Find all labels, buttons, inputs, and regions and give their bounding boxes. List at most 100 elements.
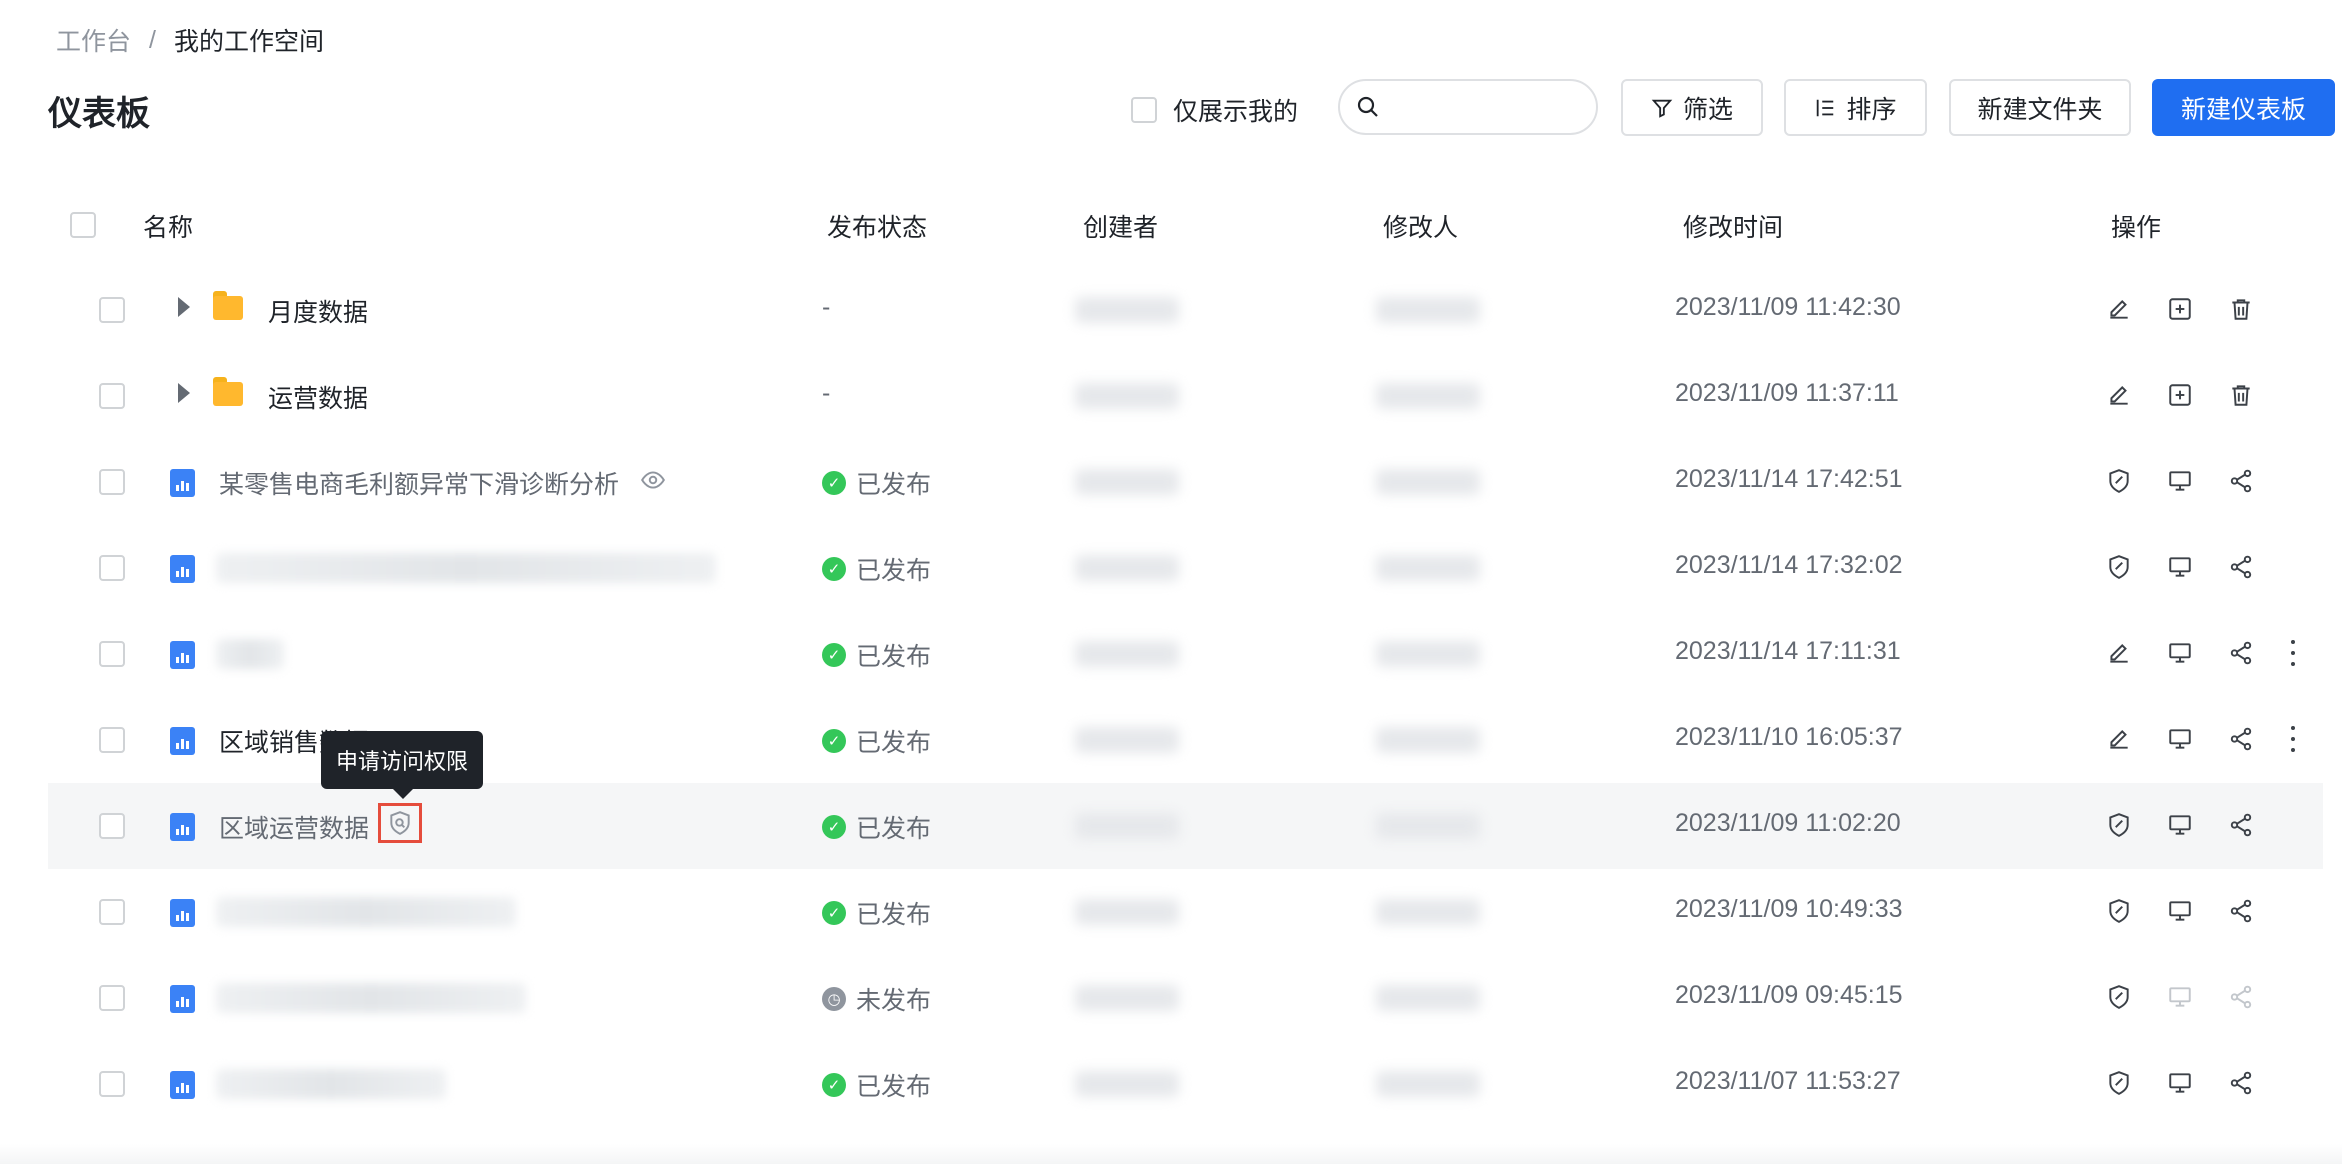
dashboard-icon bbox=[170, 985, 195, 1013]
row-actions bbox=[2106, 723, 2289, 755]
present-icon[interactable] bbox=[2167, 465, 2228, 497]
row-name[interactable]: 运营数据 bbox=[268, 379, 368, 415]
share-icon[interactable] bbox=[2228, 895, 2289, 927]
row-checkbox[interactable] bbox=[99, 469, 125, 495]
present-icon[interactable] bbox=[2167, 551, 2228, 583]
creator-redacted bbox=[1075, 727, 1179, 753]
row-checkbox[interactable] bbox=[99, 641, 125, 667]
row-name-redacted[interactable] bbox=[216, 1069, 446, 1099]
breadcrumb-root[interactable]: 工作台 bbox=[56, 22, 131, 58]
modifier-redacted bbox=[1376, 985, 1480, 1011]
header-modifier[interactable]: 修改人 bbox=[1383, 208, 1458, 244]
edit-icon[interactable] bbox=[2106, 379, 2167, 411]
row-checkbox[interactable] bbox=[99, 383, 125, 409]
edit-icon[interactable] bbox=[2106, 293, 2167, 325]
present-icon[interactable] bbox=[2167, 895, 2228, 927]
row-checkbox[interactable] bbox=[99, 555, 125, 581]
new-dashboard-button[interactable]: 新建仪表板 bbox=[2152, 79, 2335, 136]
table-row[interactable]: ◷ 未发布 2023/11/09 09:45:15 bbox=[48, 955, 2323, 1041]
header-creator[interactable]: 创建者 bbox=[1083, 208, 1158, 244]
creator-redacted bbox=[1075, 985, 1179, 1011]
row-checkbox[interactable] bbox=[99, 1071, 125, 1097]
row-name-redacted[interactable] bbox=[216, 897, 516, 927]
modifier-redacted bbox=[1376, 469, 1480, 495]
permission-shield-icon[interactable] bbox=[2106, 981, 2167, 1013]
row-actions bbox=[2106, 551, 2289, 583]
row-name[interactable]: 月度数据 bbox=[268, 293, 368, 329]
search-box[interactable] bbox=[1338, 79, 1598, 135]
table-row[interactable]: 运营数据 - 2023/11/09 11:37:11 bbox=[48, 353, 2323, 439]
published-check-icon: ✓ bbox=[822, 643, 846, 667]
row-name-redacted[interactable] bbox=[216, 553, 716, 583]
row-name[interactable]: 某零售电商毛利额异常下滑诊断分析 bbox=[219, 465, 619, 501]
edit-icon[interactable] bbox=[2106, 637, 2167, 669]
only-mine-checkbox[interactable] bbox=[1131, 97, 1157, 123]
table-row[interactable]: 月度数据 - 2023/11/09 11:42:30 bbox=[48, 267, 2323, 353]
row-checkbox[interactable] bbox=[99, 985, 125, 1011]
row-actions bbox=[2106, 465, 2289, 497]
folder-icon bbox=[213, 291, 243, 320]
share-icon[interactable] bbox=[2228, 1067, 2289, 1099]
expand-caret-icon[interactable] bbox=[178, 383, 190, 403]
delete-icon[interactable] bbox=[2228, 293, 2289, 325]
request-access-button[interactable] bbox=[378, 803, 422, 843]
modifier-redacted bbox=[1376, 297, 1480, 323]
permission-shield-icon[interactable] bbox=[2106, 465, 2167, 497]
share-icon[interactable] bbox=[2228, 551, 2289, 583]
permission-shield-icon[interactable] bbox=[2106, 895, 2167, 927]
shield-search-icon bbox=[390, 811, 410, 835]
present-icon[interactable] bbox=[2167, 723, 2228, 755]
header-mtime[interactable]: 修改时间 bbox=[1683, 208, 1783, 244]
row-name-redacted[interactable] bbox=[216, 983, 526, 1013]
table-row[interactable]: ✓ 已发布 2023/11/07 11:53:27 bbox=[48, 1041, 2323, 1127]
creator-redacted bbox=[1075, 813, 1179, 839]
only-mine-toggle[interactable]: 仅展示我的 bbox=[1131, 92, 1298, 128]
search-input[interactable] bbox=[1390, 92, 1584, 122]
table-row[interactable]: ✓ 已发布 2023/11/14 17:11:31 bbox=[48, 611, 2323, 697]
present-icon[interactable] bbox=[2167, 1067, 2228, 1099]
eye-icon[interactable] bbox=[640, 467, 666, 493]
table-row[interactable]: ✓ 已发布 2023/11/09 10:49:33 bbox=[48, 869, 2323, 955]
row-name-redacted[interactable] bbox=[216, 639, 284, 669]
row-mtime: 2023/11/09 10:49:33 bbox=[1675, 895, 1903, 923]
select-all-checkbox[interactable] bbox=[70, 212, 96, 238]
row-checkbox[interactable] bbox=[99, 727, 125, 753]
add-icon[interactable] bbox=[2167, 293, 2228, 325]
row-checkbox[interactable] bbox=[99, 899, 125, 925]
permission-shield-icon[interactable] bbox=[2106, 809, 2167, 841]
expand-caret-icon[interactable] bbox=[178, 297, 190, 317]
share-icon[interactable] bbox=[2228, 465, 2289, 497]
row-status: - bbox=[822, 293, 831, 321]
new-folder-button[interactable]: 新建文件夹 bbox=[1949, 79, 2131, 136]
creator-redacted bbox=[1075, 899, 1179, 925]
table-row[interactable]: 某零售电商毛利额异常下滑诊断分析 ✓ 已发布 2023/11/14 17:42:5… bbox=[48, 439, 2323, 525]
row-checkbox[interactable] bbox=[99, 813, 125, 839]
modifier-redacted bbox=[1376, 1071, 1480, 1097]
creator-redacted bbox=[1075, 555, 1179, 581]
filter-button[interactable]: 筛选 bbox=[1621, 79, 1763, 136]
header-ops: 操作 bbox=[2111, 214, 2162, 242]
row-actions bbox=[2106, 895, 2289, 927]
row-actions bbox=[2106, 1067, 2289, 1099]
present-icon[interactable] bbox=[2167, 809, 2228, 841]
header-status[interactable]: 发布状态 bbox=[827, 208, 927, 244]
row-checkbox[interactable] bbox=[99, 297, 125, 323]
permission-shield-icon[interactable] bbox=[2106, 1067, 2167, 1099]
sort-button[interactable]: 排序 bbox=[1784, 79, 1927, 136]
share-icon[interactable] bbox=[2228, 637, 2289, 669]
row-name[interactable]: 区域运营数据 bbox=[219, 809, 369, 845]
share-icon[interactable] bbox=[2228, 809, 2289, 841]
delete-icon[interactable] bbox=[2228, 379, 2289, 411]
table-row[interactable]: 区域运营数据 ✓ 已发布 2023/11/09 11:02:20 bbox=[48, 783, 2323, 869]
row-status: - bbox=[822, 379, 831, 407]
more-vertical-icon[interactable] bbox=[2288, 723, 2298, 755]
share-icon[interactable] bbox=[2228, 723, 2289, 755]
header-name[interactable]: 名称 bbox=[143, 208, 193, 244]
permission-shield-icon[interactable] bbox=[2106, 551, 2167, 583]
more-vertical-icon[interactable] bbox=[2288, 637, 2298, 669]
add-icon[interactable] bbox=[2167, 379, 2228, 411]
table-row[interactable]: ✓ 已发布 2023/11/14 17:32:02 bbox=[48, 525, 2323, 611]
edit-icon[interactable] bbox=[2106, 723, 2167, 755]
present-icon[interactable] bbox=[2167, 637, 2228, 669]
row-status: ✓ 已发布 bbox=[822, 809, 931, 845]
